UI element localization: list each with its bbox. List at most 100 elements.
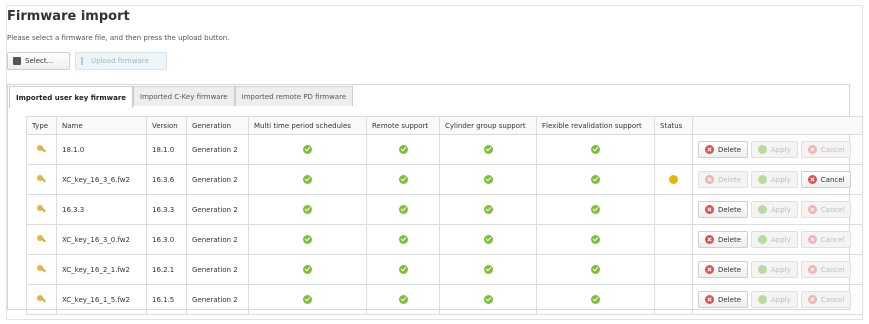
feature-cell — [366, 224, 440, 255]
check-circle-icon — [398, 145, 408, 154]
delete-label: Delete — [718, 205, 741, 214]
table-row: XC_key_16_3_6.fw2 16.3.6 Generation 2 Delet… — [26, 164, 863, 195]
status-cell — [654, 224, 693, 255]
delete-button[interactable]: Delete — [698, 201, 748, 218]
actions-cell: Delete Apply Cancel — [692, 224, 863, 255]
apply-button[interactable]: Apply — [751, 291, 798, 308]
col-type: Type — [26, 116, 57, 135]
apply-button[interactable]: Apply — [751, 231, 798, 248]
apply-label: Apply — [771, 295, 791, 304]
feature-cell — [248, 254, 367, 285]
name-cell: XC_key_16_1_5.fw2 — [56, 284, 147, 315]
delete-button[interactable]: Delete — [698, 141, 748, 158]
feature-cell — [366, 134, 440, 165]
status-cell — [654, 194, 693, 225]
col-remote-support: Remote support — [366, 116, 440, 135]
key-icon — [37, 265, 46, 274]
feature-cell — [536, 134, 655, 165]
cancel-icon — [807, 295, 817, 304]
feature-cell — [366, 254, 440, 285]
cancel-label: Cancel — [820, 235, 845, 244]
actions-cell: Delete Apply Cancel — [692, 284, 863, 315]
select-file-label: Select... — [25, 57, 54, 65]
cancel-button[interactable]: Cancel — [800, 201, 852, 218]
tab-user-key-firmware[interactable]: Imported user key firmware — [9, 86, 134, 108]
status-cell — [654, 284, 693, 315]
type-cell — [26, 284, 57, 315]
type-cell — [26, 254, 57, 285]
apply-button[interactable]: Apply — [751, 171, 798, 188]
check-circle-icon — [398, 205, 408, 214]
cancel-button[interactable]: Cancel — [800, 231, 852, 248]
name-cell: 18.1.0 — [56, 134, 147, 165]
cancel-icon — [807, 145, 817, 154]
cancel-icon — [807, 175, 817, 184]
check-circle-icon — [591, 205, 600, 214]
feature-cell — [536, 224, 655, 255]
cancel-button[interactable]: Cancel — [800, 141, 852, 158]
delete-icon — [705, 235, 714, 244]
firmware-table-wrapper: Type Name Version Generation Multi time … — [26, 116, 863, 315]
apply-button[interactable]: Apply — [751, 201, 798, 218]
apply-icon — [758, 265, 767, 274]
generation-cell: Generation 2 — [186, 134, 249, 165]
upload-firmware-button[interactable]: Upload firmware — [75, 52, 167, 70]
cancel-icon — [807, 205, 817, 214]
apply-button[interactable]: Apply — [751, 141, 798, 158]
apply-button[interactable]: Apply — [751, 261, 798, 278]
delete-icon — [705, 265, 714, 274]
feature-cell — [248, 194, 367, 225]
delete-button[interactable]: Delete — [698, 231, 748, 248]
table-row: 18.1.0 18.1.0 Generation 2 Delete Apply Cance… — [26, 134, 863, 165]
check-circle-icon — [303, 295, 312, 304]
apply-label: Apply — [771, 265, 791, 274]
version-cell: 18.1.0 — [146, 134, 187, 165]
cancel-button[interactable]: Cancel — [800, 291, 852, 308]
check-circle-icon — [483, 145, 493, 154]
cancel-label: Cancel — [820, 175, 845, 184]
cancel-button[interactable]: Cancel — [800, 171, 852, 188]
cancel-button[interactable]: Cancel — [800, 261, 852, 278]
feature-cell — [536, 254, 655, 285]
version-cell: 16.2.1 — [146, 254, 187, 285]
firmware-table: Type Name Version Generation Multi time … — [26, 116, 863, 315]
feature-cell — [248, 164, 367, 195]
cancel-label: Cancel — [820, 295, 845, 304]
feature-cell — [536, 194, 655, 225]
check-circle-icon — [483, 205, 493, 214]
apply-label: Apply — [771, 235, 791, 244]
key-icon — [37, 205, 46, 214]
tab-c-key-firmware[interactable]: Imported C-Key firmware — [133, 86, 235, 106]
generation-cell: Generation 2 — [186, 164, 249, 195]
feature-cell — [536, 164, 655, 195]
check-circle-icon — [398, 235, 408, 244]
check-circle-icon — [303, 235, 312, 244]
col-actions — [692, 116, 863, 135]
name-cell: XC_key_16_3_6.fw2 — [56, 164, 147, 195]
delete-icon — [705, 295, 714, 304]
check-circle-icon — [398, 295, 408, 304]
delete-button[interactable]: Delete — [698, 291, 748, 308]
select-file-button[interactable]: Select... — [7, 52, 70, 70]
table-row: XC_key_16_1_5.fw2 16.1.5 Generation 2 Delet… — [26, 284, 863, 315]
cancel-icon — [807, 265, 817, 274]
delete-button[interactable]: Delete — [698, 171, 748, 188]
check-circle-icon — [483, 235, 493, 244]
type-cell — [26, 224, 57, 255]
feature-cell — [439, 134, 537, 165]
check-circle-icon — [591, 265, 600, 274]
col-status: Status — [654, 116, 693, 135]
feature-cell — [439, 224, 537, 255]
delete-icon — [705, 175, 714, 184]
table-row: XC_key_16_2_1.fw2 16.2.1 Generation 2 Delet… — [26, 254, 863, 285]
feature-cell — [439, 164, 537, 195]
type-cell — [26, 134, 57, 165]
actions-cell: Delete Apply Cancel — [692, 194, 863, 225]
check-circle-icon — [483, 295, 493, 304]
feature-cell — [248, 224, 367, 255]
tab-remote-pd-firmware[interactable]: Imported remote PD firmware — [234, 86, 354, 106]
actions-cell: Delete Apply Cancel — [692, 254, 863, 285]
col-multi-time: Multi time period schedules — [248, 116, 367, 135]
delete-label: Delete — [718, 265, 741, 274]
delete-button[interactable]: Delete — [698, 261, 748, 278]
